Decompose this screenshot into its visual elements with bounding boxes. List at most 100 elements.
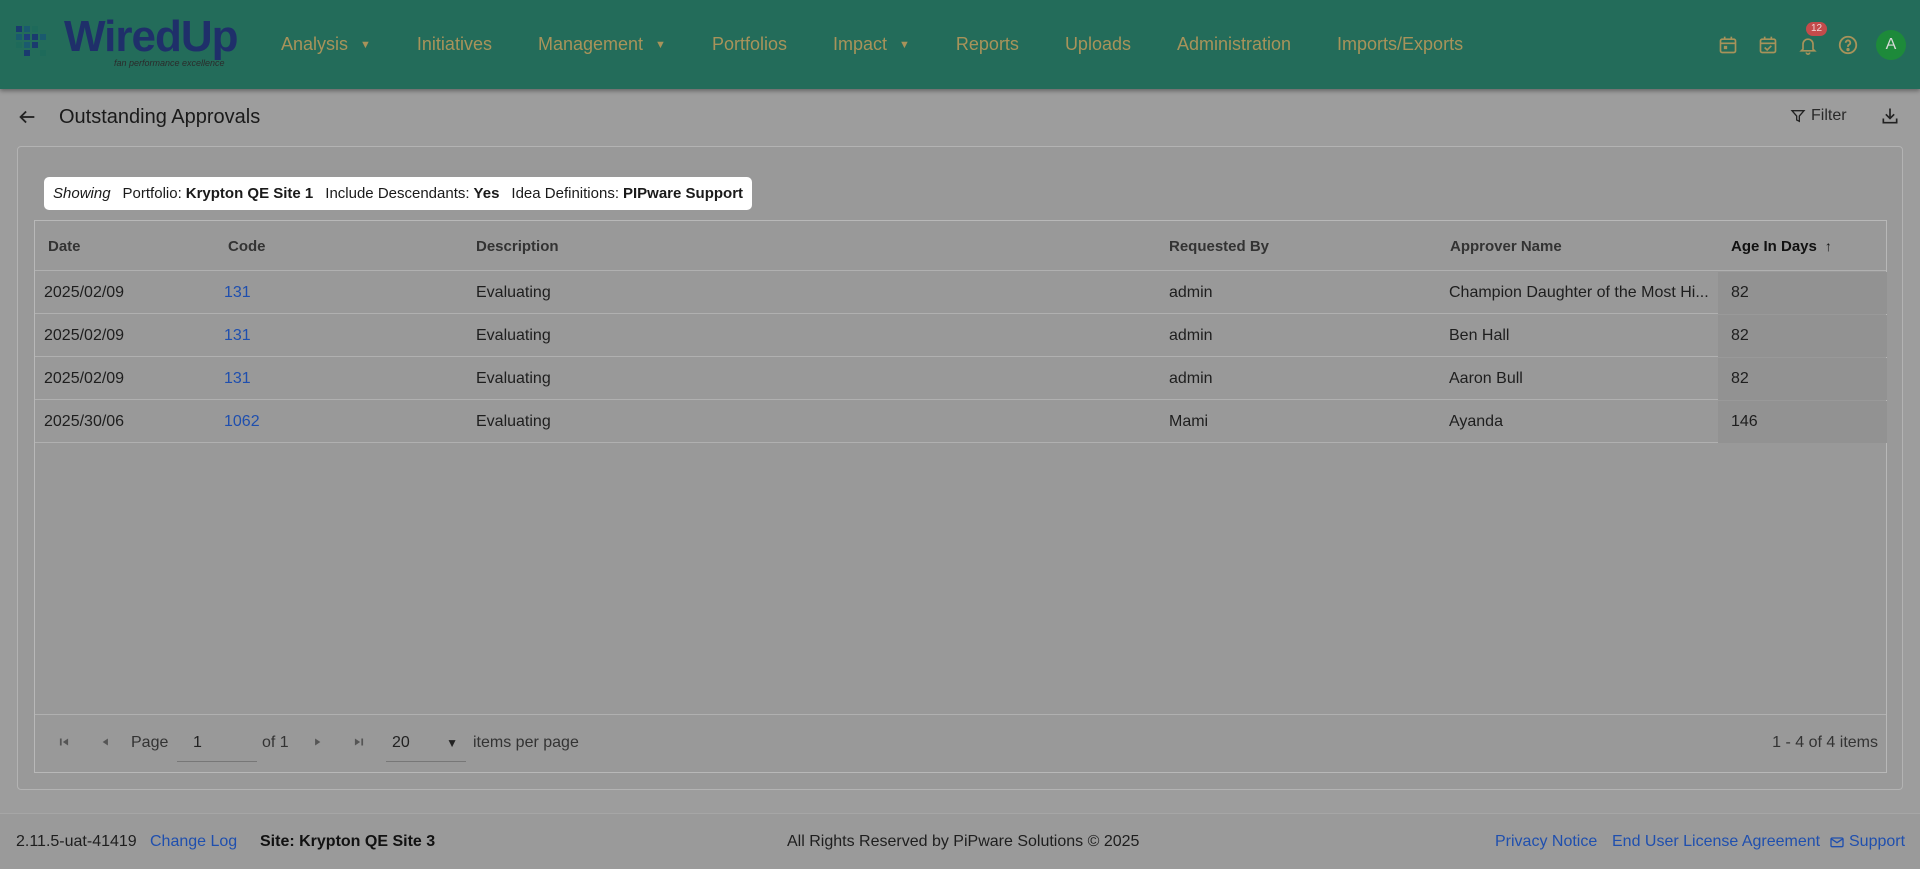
items-per-page-value: 20 — [392, 734, 410, 751]
prev-page-icon[interactable] — [98, 735, 112, 754]
nav-administration[interactable]: Administration — [1177, 34, 1291, 55]
nav-label: Management — [537, 34, 644, 54]
descendants-value: Yes — [473, 185, 500, 202]
filter-label: Filter — [1811, 107, 1847, 124]
grid-header: Date Code Description Requested By Appro… — [35, 221, 1886, 271]
calendar-check-icon[interactable] — [1756, 33, 1780, 57]
cell-code-link[interactable]: 131 — [224, 358, 251, 400]
descendants-key: Include Descendants: — [325, 185, 470, 202]
column-header-date[interactable]: Date — [48, 221, 81, 271]
changelog-link[interactable]: Change Log — [150, 833, 237, 851]
cell-date: 2025/02/09 — [44, 327, 125, 344]
nav-imports-exports[interactable]: Imports/Exports — [1337, 34, 1463, 55]
support-link[interactable]: Support — [1829, 833, 1905, 851]
chevron-down-icon: ▼ — [446, 736, 458, 750]
avatar[interactable]: A — [1876, 29, 1906, 60]
nav-initiatives[interactable]: Initiatives — [417, 34, 492, 55]
column-header-requested-by[interactable]: Requested By — [1169, 221, 1269, 271]
idea-definitions-key: Idea Definitions: — [511, 185, 619, 202]
column-header-age-in-days[interactable]: Age In Days ↑ — [1731, 221, 1832, 271]
help-icon[interactable] — [1836, 33, 1860, 57]
approver-text: Champion Daughter of the Most Hi... — [1449, 284, 1709, 301]
items-per-page-select[interactable]: 20 ▼ — [386, 724, 466, 762]
cell-age-in-days: 82 — [1718, 315, 1887, 357]
cell-approver-name: Aaron Bull — [1449, 370, 1523, 387]
caret-down-icon: ▼ — [899, 38, 910, 51]
nav-impact[interactable]: Impact ▼ — [833, 34, 910, 55]
cell-date: 2025/30/06 — [44, 413, 125, 430]
caret-down-icon: ▼ — [360, 38, 371, 51]
caret-down-icon: ▼ — [655, 38, 666, 51]
nav-label: Impact — [832, 34, 888, 54]
column-header-approver-name[interactable]: Approver Name — [1450, 221, 1562, 271]
nav-analysis[interactable]: Analysis ▼ — [281, 34, 371, 55]
column-header-code[interactable]: Code — [228, 221, 266, 271]
cell-description: Evaluating — [476, 413, 551, 430]
app-version: 2.11.5-uat-41419 — [16, 833, 137, 850]
logo-text: WiredUp — [64, 12, 238, 61]
logo-mark-icon — [16, 26, 46, 56]
nav-label: Imports/Exports — [1337, 34, 1464, 54]
nav-label: Initiatives — [416, 34, 492, 54]
page-header: Outstanding Approvals Filter — [0, 100, 1920, 134]
cell-description: Evaluating — [476, 370, 551, 387]
last-page-icon[interactable] — [352, 735, 366, 754]
portfolio-value: Krypton QE Site 1 — [185, 185, 314, 202]
filter-icon — [1790, 110, 1806, 123]
pager-summary: 1 - 4 of 4 items — [1772, 734, 1878, 751]
page-label: Page — [131, 734, 169, 751]
cell-date: 2025/02/09 — [44, 370, 125, 387]
first-page-icon[interactable] — [57, 735, 71, 754]
filter-button[interactable]: Filter — [1790, 107, 1847, 125]
calendar-icon[interactable] — [1716, 33, 1740, 57]
cell-code-link[interactable]: 131 — [224, 315, 251, 357]
notification-badge: 12 — [1806, 21, 1828, 36]
back-arrow-icon[interactable] — [16, 106, 38, 133]
table-row[interactable]: 2025/02/09 131 Evaluating admin Aaron Bu… — [35, 358, 1887, 400]
next-page-icon[interactable] — [311, 735, 325, 754]
wiredup-logo[interactable]: WiredUp fan performance excellence — [14, 12, 244, 74]
cell-age-in-days: 82 — [1718, 272, 1887, 314]
logo-tagline: fan performance excellence — [114, 58, 225, 68]
showing-filter-summary: Showing Portfolio: Krypton QE Site 1 Inc… — [44, 177, 753, 210]
cell-requested-by: admin — [1169, 284, 1213, 301]
approvals-card: Showing Portfolio: Krypton QE Site 1 Inc… — [17, 146, 1903, 790]
nav-reports[interactable]: Reports — [956, 34, 1019, 55]
portfolio-key: Portfolio: — [122, 185, 182, 202]
table-row[interactable]: 2025/30/06 1062 Evaluating Mami Ayanda 1… — [35, 401, 1887, 443]
cell-date: 2025/02/09 — [44, 284, 125, 301]
privacy-notice-link[interactable]: Privacy Notice — [1495, 833, 1597, 851]
nav-portfolios[interactable]: Portfolios — [712, 34, 787, 55]
cell-age-in-days: 82 — [1718, 358, 1887, 400]
support-mail-icon — [1830, 837, 1844, 848]
site-label: Site: Krypton QE Site 3 — [260, 833, 436, 850]
cell-approver-name: Ben Hall — [1449, 327, 1510, 344]
eula-link[interactable]: End User License Agreement — [1612, 833, 1820, 851]
cell-description: Evaluating — [476, 327, 551, 344]
approvals-grid: Date Code Description Requested By Appro… — [34, 220, 1887, 773]
cell-code-link[interactable]: 131 — [224, 272, 251, 314]
column-header-description[interactable]: Description — [476, 221, 559, 271]
column-header-label: Age In Days — [1731, 237, 1817, 255]
nav-management[interactable]: Management ▼ — [538, 34, 666, 55]
cell-requested-by: admin — [1169, 327, 1213, 344]
nav-label: Uploads — [1064, 34, 1131, 54]
bell-icon[interactable]: 12 — [1796, 21, 1828, 57]
page-number-input[interactable]: 1 — [177, 724, 257, 762]
table-row[interactable]: 2025/02/09 131 Evaluating admin Champion… — [35, 272, 1887, 314]
idea-definitions-value: PIPware Support — [623, 185, 744, 202]
nav-label: Administration — [1176, 34, 1292, 54]
cell-approver-name: Ayanda — [1449, 413, 1503, 430]
table-row[interactable]: 2025/02/09 131 Evaluating admin Ben Hall… — [35, 315, 1887, 357]
cell-age-in-days: 146 — [1718, 401, 1887, 443]
nav-actions: 12 A — [1700, 0, 1906, 89]
cell-approver-name: Champion Daughter of the Most Hi... — [1449, 272, 1719, 314]
cell-code-link[interactable]: 1062 — [224, 401, 260, 443]
page-title: Outstanding Approvals — [59, 106, 261, 128]
nav-label: Reports — [955, 34, 1019, 54]
download-icon[interactable] — [1880, 106, 1900, 131]
nav-uploads[interactable]: Uploads — [1065, 34, 1131, 55]
cell-requested-by: Mami — [1169, 413, 1209, 430]
support-label: Support — [1849, 833, 1906, 850]
nav-label: Portfolios — [711, 34, 787, 54]
